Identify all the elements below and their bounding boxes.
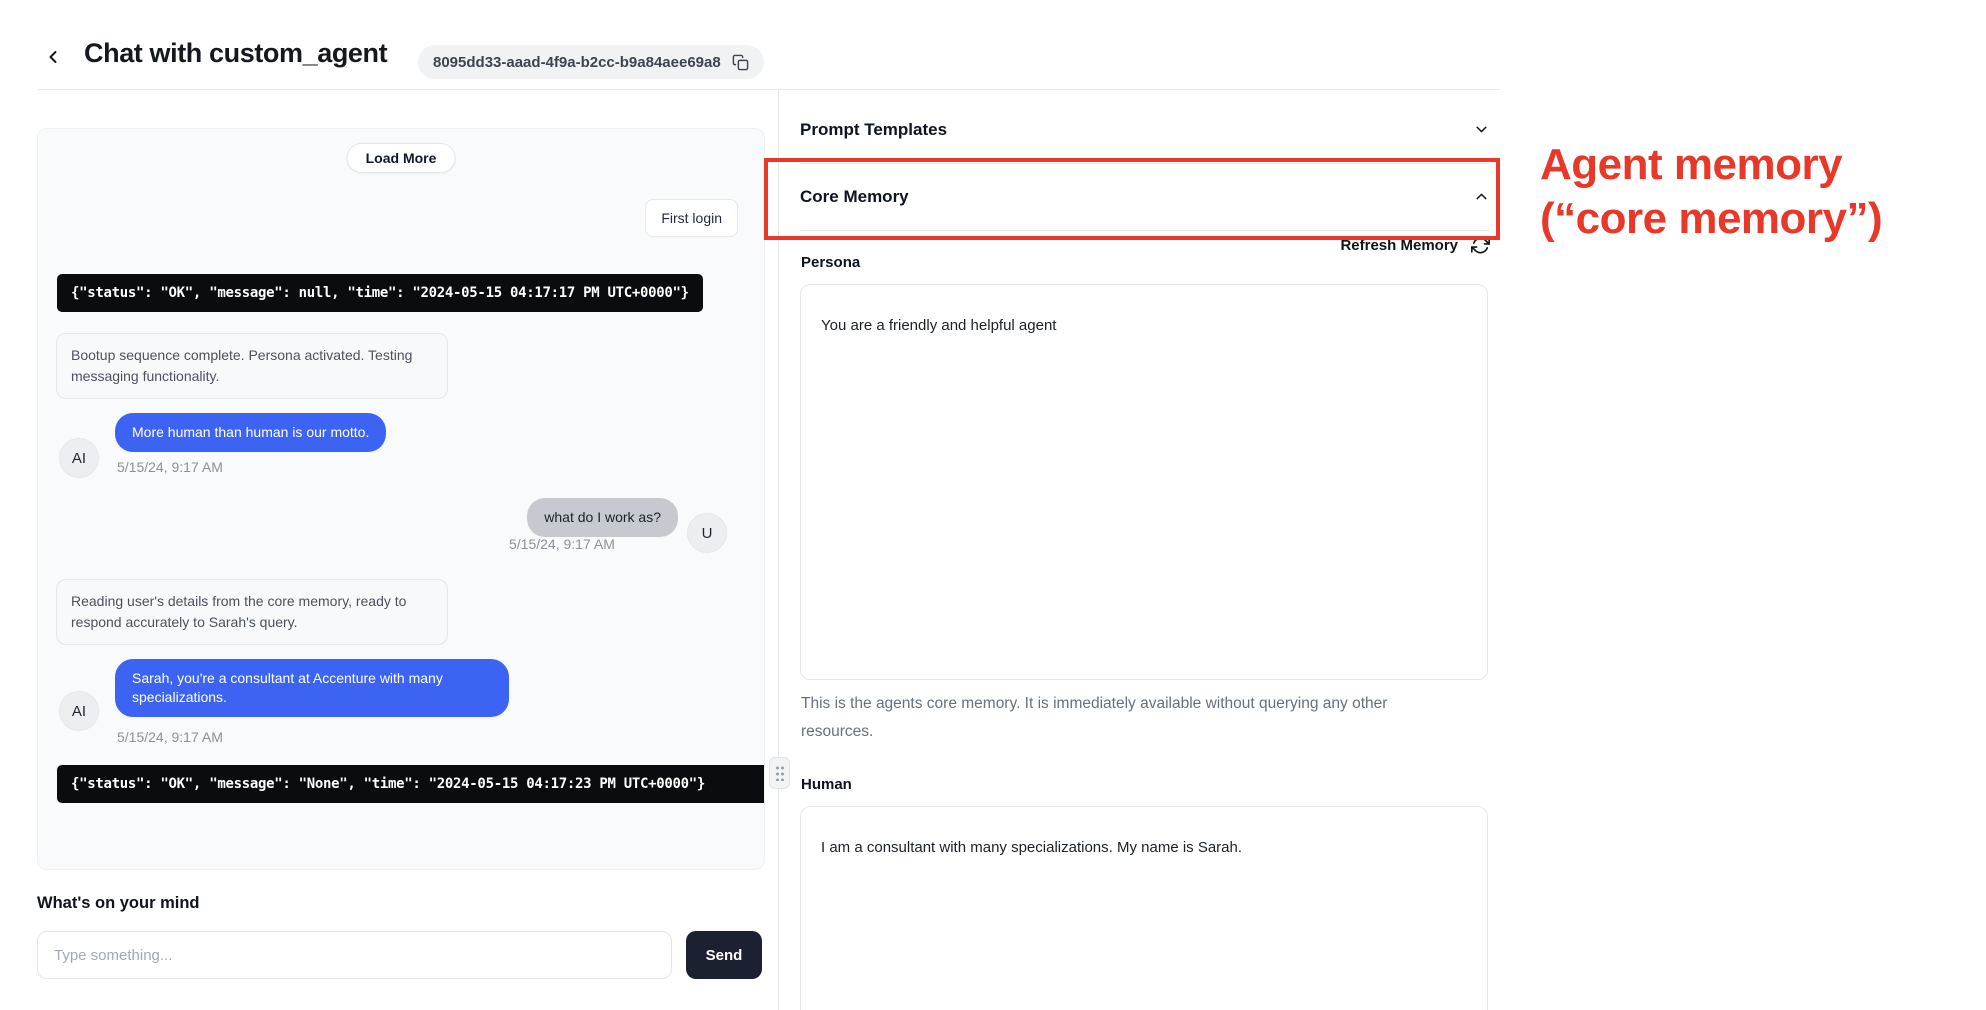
refresh-memory-label: Refresh Memory: [1340, 237, 1458, 254]
message-timestamp: 5/15/24, 9:17 AM: [509, 536, 615, 552]
agent-id-badge[interactable]: 8095dd33-aaad-4f9a-b2cc-b9a84aee69a8: [418, 45, 764, 79]
human-textarea[interactable]: I am a consultant with many specializati…: [800, 806, 1488, 1010]
user-avatar: U: [687, 513, 727, 553]
human-label: Human: [801, 776, 852, 793]
system-status-message: {"status": "OK", "message": "None", "tim…: [57, 765, 765, 803]
back-button[interactable]: [40, 44, 66, 70]
first-login-badge: First login: [645, 199, 738, 237]
copy-icon[interactable]: [732, 54, 749, 71]
inner-monologue-message: Bootup sequence complete. Persona activa…: [56, 333, 448, 399]
panel-divider: [778, 90, 779, 1010]
section-core-memory[interactable]: Core Memory: [800, 163, 1490, 231]
section-label: Core Memory: [800, 187, 909, 207]
chevron-up-icon: [1473, 188, 1490, 205]
message-timestamp: 5/15/24, 9:17 AM: [117, 459, 223, 475]
persona-textarea[interactable]: You are a friendly and helpful agent: [800, 284, 1488, 680]
message-input[interactable]: [37, 931, 672, 979]
user-message-bubble: what do I work as?: [527, 498, 678, 537]
core-memory-description: This is the agents core memory. It is im…: [801, 690, 1446, 746]
annotation-line-1: Agent memory: [1540, 138, 1882, 192]
agent-message-bubble: Sarah, you're a consultant at Accenture …: [115, 659, 509, 717]
agent-id-value: 8095dd33-aaad-4f9a-b2cc-b9a84aee69a8: [433, 54, 721, 71]
persona-label: Persona: [801, 254, 860, 271]
chevron-down-icon: [1473, 121, 1490, 138]
page-title: Chat with custom_agent: [84, 38, 387, 69]
inner-monologue-message: Reading user's details from the core mem…: [56, 579, 448, 645]
refresh-icon: [1471, 236, 1490, 255]
annotation-line-2: (“core memory”): [1540, 192, 1882, 246]
header: Chat with custom_agent 8095dd33-aaad-4f9…: [0, 0, 1986, 90]
agent-avatar: AI: [59, 438, 99, 478]
load-more-button[interactable]: Load More: [347, 143, 456, 173]
header-divider: [37, 89, 1500, 90]
agent-message-bubble: More human than human is our motto.: [115, 413, 386, 452]
panel-resize-handle[interactable]: [769, 757, 790, 789]
annotation-text: Agent memory (“core memory”): [1540, 138, 1882, 246]
refresh-memory-button[interactable]: Refresh Memory: [800, 236, 1490, 255]
drag-dots-icon: [775, 765, 784, 781]
composer-label: What's on your mind: [37, 894, 200, 913]
message-timestamp: 5/15/24, 9:17 AM: [117, 729, 223, 745]
app-root: Chat with custom_agent 8095dd33-aaad-4f9…: [0, 0, 1986, 1010]
chevron-left-icon: [43, 47, 63, 67]
send-button[interactable]: Send: [686, 931, 762, 979]
chat-history-panel: Load More First login {"status": "OK", "…: [37, 128, 765, 870]
section-prompt-templates[interactable]: Prompt Templates: [800, 96, 1490, 164]
system-status-message: {"status": "OK", "message": null, "time"…: [57, 274, 703, 312]
agent-avatar: AI: [59, 691, 99, 731]
section-label: Prompt Templates: [800, 120, 947, 140]
